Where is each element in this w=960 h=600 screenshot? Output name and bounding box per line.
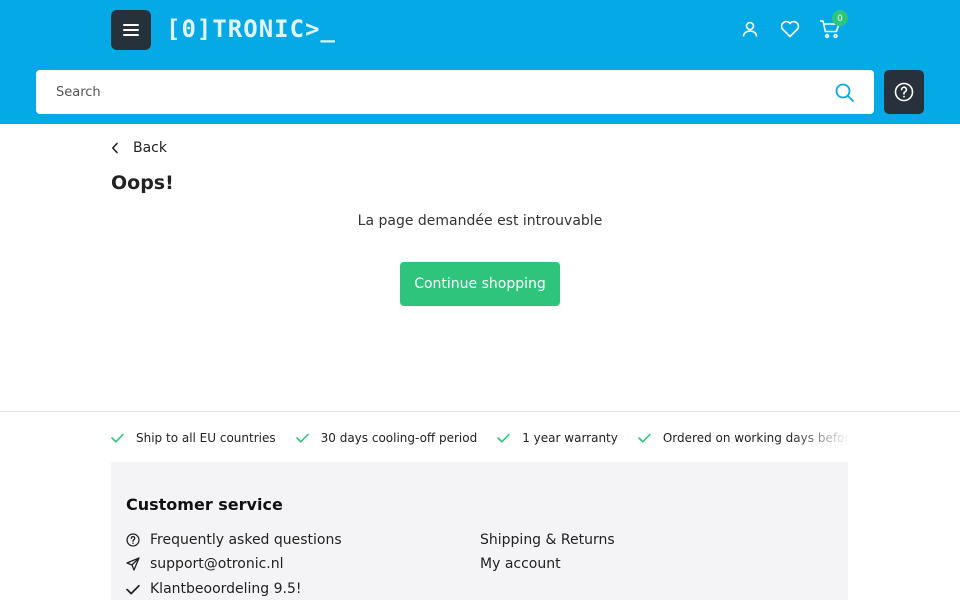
check-icon [126,584,140,594]
support-email-link[interactable]: support@otronic.nl [126,556,284,572]
question-circle-icon [894,82,914,102]
heart-icon [780,20,800,38]
chevron-left-icon [112,142,118,154]
check-icon [295,433,309,443]
my-account-link[interactable]: My account [480,556,561,572]
usp-fade-overlay [790,420,850,454]
search-input[interactable] [36,70,826,114]
review-label: Klantbeoordeling 9.5! [150,581,302,597]
usp-item: 30 days cooling-off period [295,431,478,445]
usp-bar: Ship to all EU countries 30 days cooling… [111,428,848,448]
usp-item: 1 year warranty [497,431,618,445]
back-label: Back [133,140,167,156]
cart-count-badge: 0 [832,10,848,26]
header-bar: [0]TRONIC>_ 0 [0,0,960,124]
usp-label: Ship to all EU countries [136,431,276,445]
divider [0,411,960,412]
wishlist-button[interactable] [778,17,802,41]
shipping-returns-label: Shipping & Returns [480,532,615,548]
usp-label: 1 year warranty [522,431,618,445]
usp-label: 30 days cooling-off period [320,431,478,445]
search-button[interactable] [832,80,856,104]
account-button[interactable] [738,17,762,41]
menu-button[interactable] [111,10,151,50]
page-title: Oops! [111,172,174,194]
footer-title: Customer service [126,495,283,514]
back-link[interactable]: Back [111,140,167,156]
search-icon [835,83,854,102]
hamburger-icon [123,24,139,36]
search-bar [36,70,874,114]
logo-text: [0]TRONIC>_ [166,15,336,43]
check-icon [111,433,124,443]
faq-link[interactable]: Frequently asked questions [126,532,342,548]
question-circle-icon [126,533,140,547]
check-icon [638,433,651,443]
my-account-label: My account [480,556,561,572]
footer-customer-service: Customer service Frequently asked questi… [111,462,848,600]
continue-shopping-button[interactable]: Continue shopping [400,262,560,306]
user-icon [742,21,758,37]
error-message: La page demandée est introuvable [357,213,603,229]
faq-label: Frequently asked questions [150,532,342,548]
usp-item: Ship to all EU countries [111,431,276,445]
check-icon [497,433,511,443]
help-button[interactable] [884,70,924,114]
shipping-returns-link[interactable]: Shipping & Returns [480,532,615,548]
support-email-label: support@otronic.nl [150,556,284,572]
logo[interactable]: [0]TRONIC>_ [166,14,336,44]
send-icon [126,557,140,571]
review-link[interactable]: Klantbeoordeling 9.5! [126,581,302,597]
